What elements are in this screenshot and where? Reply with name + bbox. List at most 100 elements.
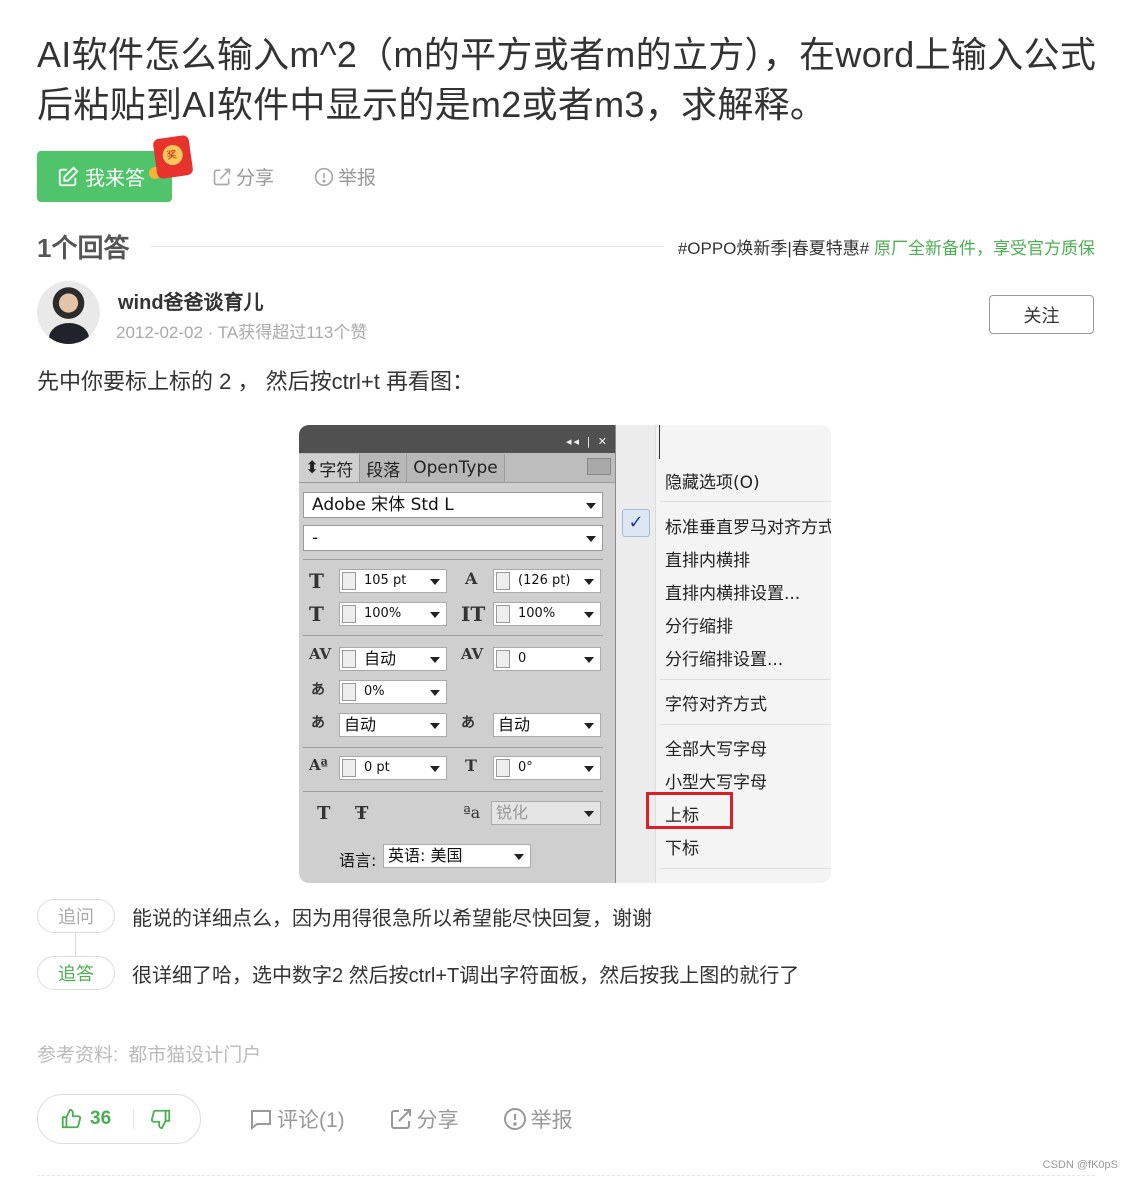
reference: 参考资料: 都市猫设计门户 (37, 1040, 261, 1067)
promo-link[interactable]: #OPPO焕新季|春夏特惠# 原厂全新备件，享受官方质保 (678, 234, 1095, 259)
reference-source[interactable]: 都市猫设计门户 (128, 1045, 261, 1066)
author-meta: 2012-02-02 · TA获得超过113个赞 (116, 323, 368, 342)
report-label: 举报 (338, 168, 377, 189)
menu-item-tate-chu-yoko: 直排内横排 (665, 551, 750, 571)
menu-item-subscript: 下标 (665, 839, 699, 859)
tsume-icon: あ (311, 682, 325, 698)
share-label: 分享 (236, 168, 275, 189)
character-panel: ◂◂ | ✕ ⬍ 字符 段落 OpenType Adobe 宋体 Std L - … (299, 425, 616, 883)
tracking-field: 0 (493, 647, 601, 671)
red-packet-icon: 奖 (152, 134, 194, 180)
divider (659, 425, 660, 459)
divider (303, 747, 603, 748)
followup-connector (75, 934, 76, 956)
divider (660, 501, 831, 502)
tsume-field: 0% (339, 680, 447, 704)
strikethrough-icon: Ŧ (355, 803, 369, 824)
thumbs-up-icon[interactable] (60, 1108, 82, 1130)
language-label: 语言: (339, 851, 377, 870)
follow-button[interactable]: 关注 (989, 295, 1094, 334)
panel-titlebar: ◂◂ | ✕ (299, 425, 615, 453)
panel-menu-icon (587, 458, 611, 475)
aki-right-icon: あ (461, 715, 475, 731)
report-link[interactable]: 举报 (314, 163, 376, 190)
baseline-field: 0 pt (339, 756, 447, 780)
answer-footer: 36 评论(1) 分享 举报 (37, 1094, 573, 1144)
menu-item-character-alignment: 字符对齐方式 (665, 695, 767, 715)
font-style-dropdown: - (303, 525, 603, 551)
underline-icon: T (317, 803, 331, 824)
question-title: AI软件怎么输入m^2（m的平方或者m的立方），在word上输入公式后粘贴到AI… (37, 34, 1097, 125)
horizontal-scale-icon: IT (461, 602, 486, 626)
vertical-scale-field: 100% (339, 602, 447, 626)
followup-text: 能说的详细点么，因为用得很急所以希望能尽快回复，谢谢 (132, 907, 652, 930)
promo-text: 原厂全新备件，享受官方质保 (874, 238, 1095, 258)
followup-question: 追问 能说的详细点么，因为用得很急所以希望能尽快回复，谢谢 (37, 899, 652, 933)
divider (660, 679, 831, 680)
font-size-icon: T (309, 569, 324, 593)
edit-icon (58, 166, 79, 186)
report-icon (503, 1108, 526, 1130)
like-count: 36 (90, 1108, 112, 1129)
kerning-icon: AV (309, 645, 332, 663)
antialias-field: 锐化 (491, 801, 601, 825)
followup-answer: 追答 很详细了哈，选中数字2 然后按ctrl+T调出字符面板，然后按我上图的就行… (37, 956, 799, 990)
watermark: CSDN @fK0pS (1042, 1159, 1118, 1171)
baseline-icon: Aª (309, 756, 328, 774)
answer-button[interactable]: 我来答 奖 (37, 134, 194, 202)
menu-item-small-caps: 小型大写字母 (665, 773, 767, 793)
antialias-icon: ªa (463, 803, 481, 822)
font-size-field: 105 pt (339, 569, 447, 593)
divider (37, 1175, 1095, 1176)
aki-left-icon: あ (311, 715, 325, 731)
font-family-dropdown: Adobe 宋体 Std L (303, 492, 603, 518)
menu-item-hide-options: 隐藏选项(O) (665, 473, 760, 493)
panel-controls-icon: ◂◂ | ✕ (566, 435, 609, 448)
share-button[interactable]: 分享 (389, 1104, 459, 1134)
promo-tag: #OPPO焕新季|春夏特惠# (677, 238, 870, 258)
divider (303, 635, 603, 636)
leading-icon: A (465, 569, 478, 588)
share-icon (390, 1109, 411, 1129)
vertical-scale-icon: T (309, 602, 324, 626)
tracking-icon: AV (461, 645, 484, 663)
report-button[interactable]: 举报 (503, 1104, 573, 1134)
followup-tag: 追问 (37, 899, 115, 933)
author-name[interactable]: wind爸爸谈育儿 (118, 286, 264, 315)
share-link[interactable]: 分享 (212, 163, 274, 190)
divider (151, 245, 664, 247)
share-label: 分享 (416, 1109, 459, 1132)
answer-image: ◂◂ | ✕ ⬍ 字符 段落 OpenType Adobe 宋体 Std L - … (299, 425, 831, 883)
comment-icon (251, 1110, 271, 1131)
leading-field: (126 pt) (493, 569, 601, 593)
horizontal-scale-field: 100% (493, 602, 601, 626)
menu-item-tate-chu-yoko-settings: 直排内横排设置... (665, 584, 801, 604)
superscript-highlight-box (646, 792, 733, 829)
menu-item-all-caps: 全部大写字母 (665, 740, 767, 760)
menu-item-warichu-settings: 分行缩排设置... (665, 650, 784, 670)
rotation-field: 0° (493, 756, 601, 780)
divider (303, 559, 603, 560)
checkmark-icon: ✓ (622, 509, 650, 537)
divider (660, 724, 831, 725)
thumbs-down-icon[interactable] (150, 1108, 172, 1130)
tab-paragraph: 段落 (360, 454, 408, 482)
report-label: 举报 (530, 1109, 573, 1132)
comment-label: 评论(1) (277, 1109, 345, 1132)
kerning-field: 自动 (339, 647, 447, 671)
divider (133, 1109, 135, 1129)
tab-opentype: OpenType (407, 454, 505, 482)
tab-character: ⬍ 字符 (299, 454, 361, 482)
rotation-icon: T (465, 756, 477, 775)
aki-left-field: 自动 (339, 713, 447, 737)
followup-text: 很详细了哈，选中数字2 然后按ctrl+T调出字符面板，然后按我上图的就行了 (132, 964, 800, 987)
followup-tag: 追答 (37, 956, 115, 990)
comment-button[interactable]: 评论(1) (249, 1104, 345, 1134)
question-actions: 我来答 奖 分享 举报 (37, 134, 376, 202)
reference-label: 参考资料: (37, 1045, 119, 1066)
answers-count: 1个回答 (37, 232, 130, 263)
report-icon (314, 167, 334, 186)
share-icon (213, 168, 231, 185)
avatar[interactable] (37, 281, 100, 344)
divider (660, 868, 831, 869)
